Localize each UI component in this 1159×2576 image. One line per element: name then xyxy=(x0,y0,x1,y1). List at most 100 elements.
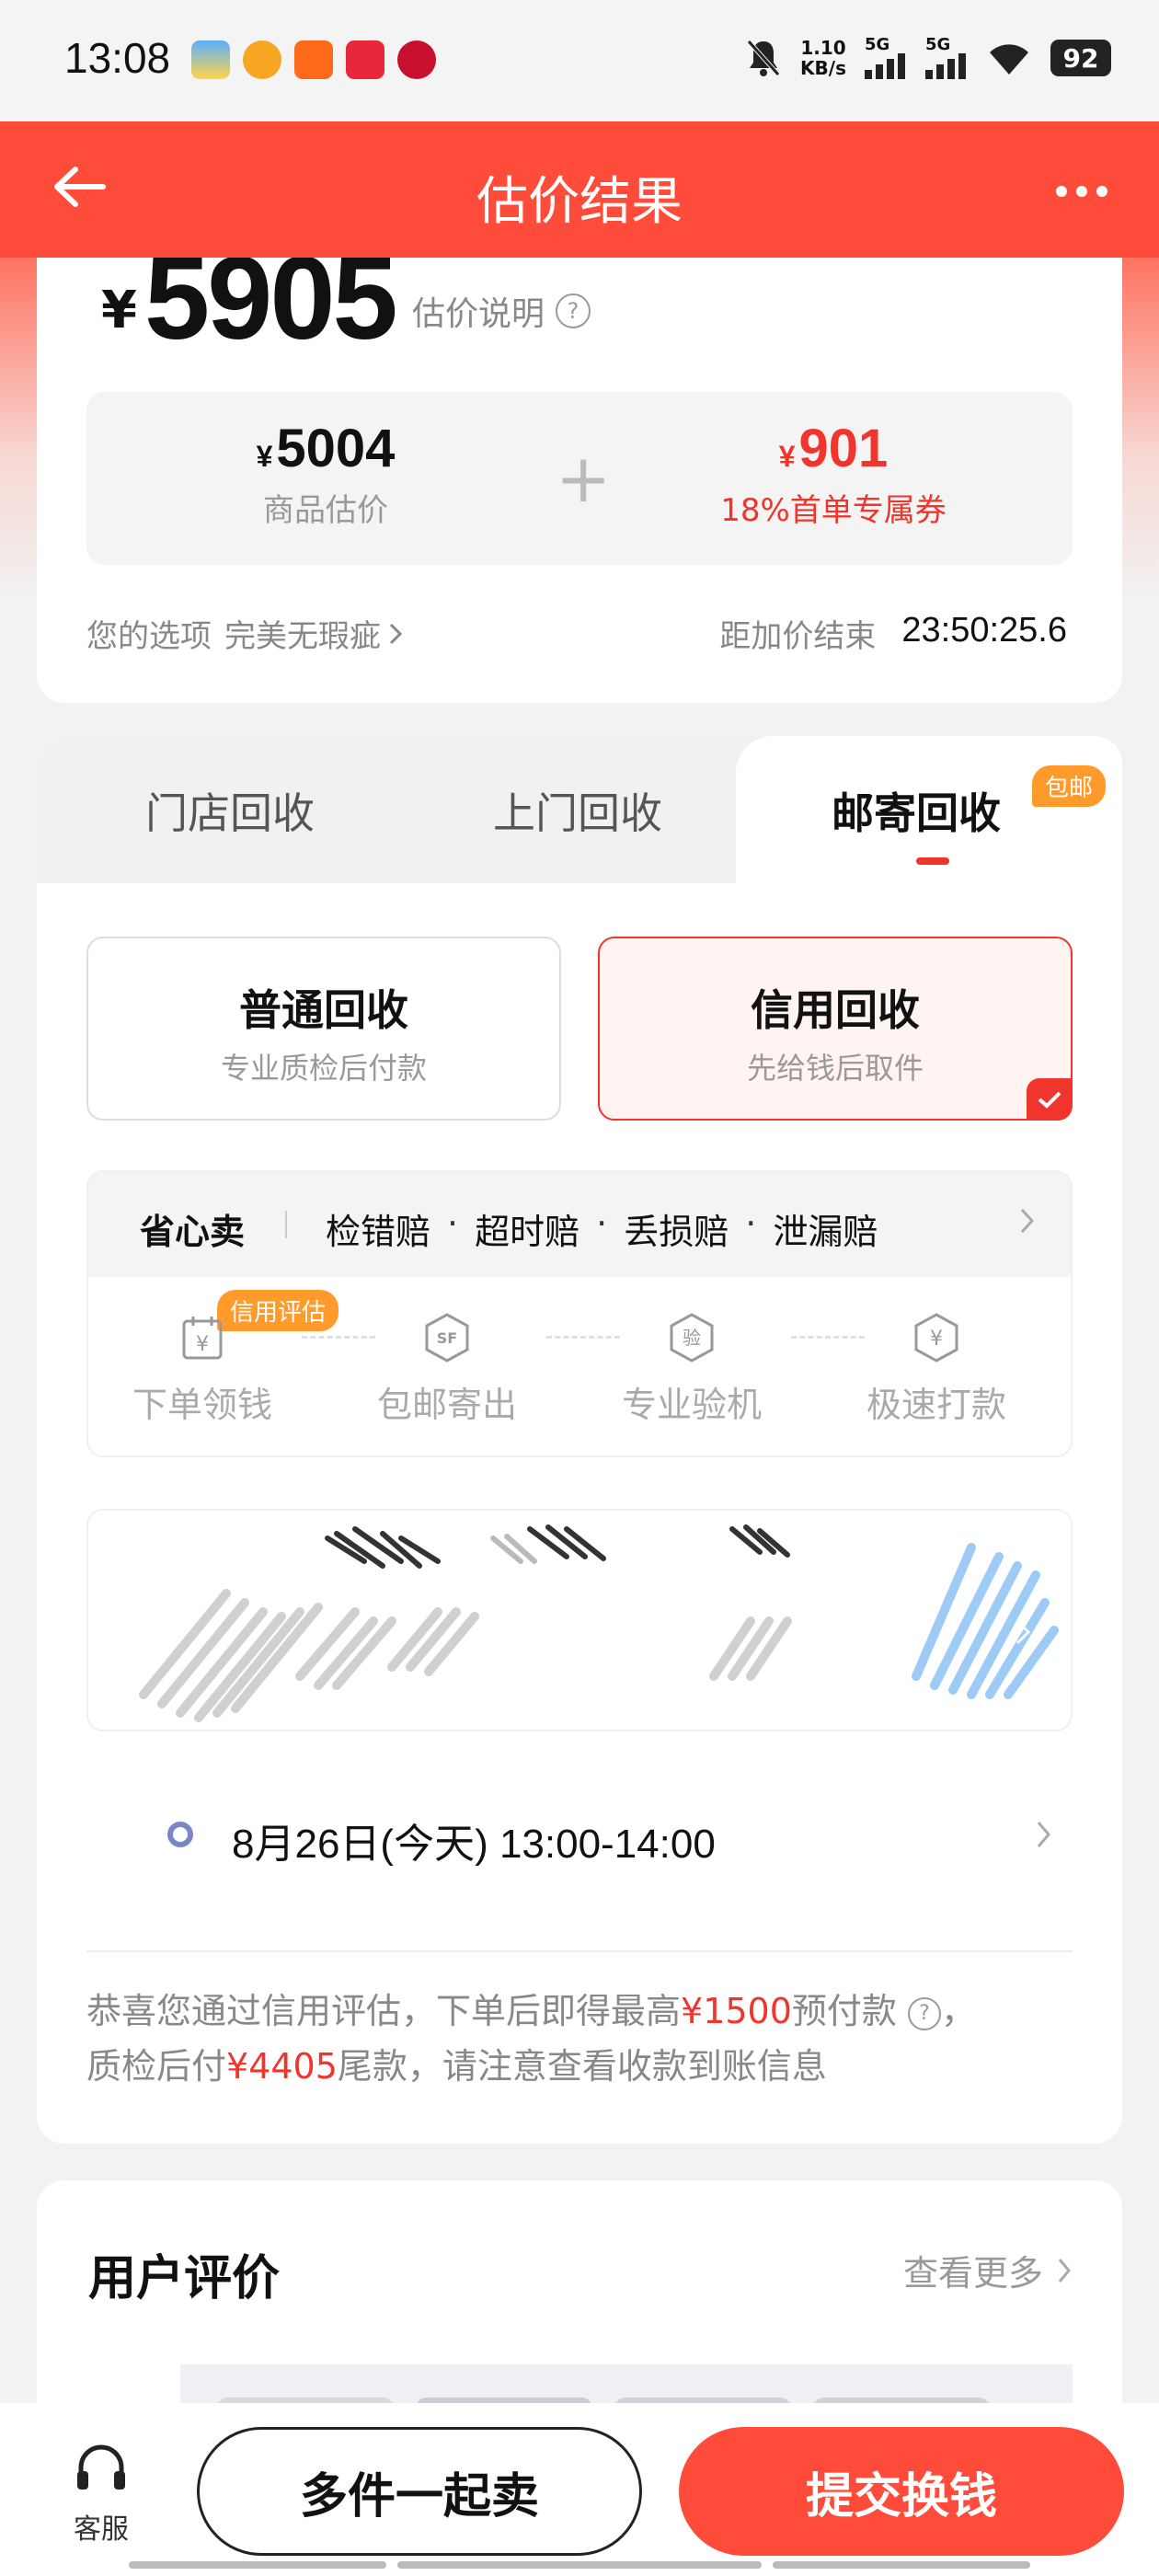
help-icon[interactable]: ? xyxy=(908,1996,942,2030)
signal-sim2: 5G xyxy=(925,37,968,79)
inspection-shield-icon: 验 xyxy=(670,1313,714,1363)
separator-dot: · xyxy=(447,1203,459,1244)
gesture-bar xyxy=(129,2561,386,2569)
credit-notice: 恭喜您通过信用评估，下单后即得最高¥1500预付款 ?， 质检后付¥4405尾款… xyxy=(86,1984,1089,2094)
time-dot-icon xyxy=(167,1822,193,1847)
total-price-value: 5905 xyxy=(143,233,398,364)
pickup-time-selector[interactable]: 8月26日(今天) 13:00-14:00 xyxy=(123,1785,1073,1886)
signal-sim1: 5G xyxy=(865,37,907,79)
nav-bar: 估价结果 xyxy=(0,121,1159,258)
price-bonus-countdown: 距加价结束 23:50:25.6 xyxy=(719,611,1067,656)
option-subtitle: 专业质检后付款 xyxy=(220,1051,427,1086)
pickup-time-value: 8月26日(今天) 13:00-14:00 xyxy=(232,1822,716,1867)
chevron-right-icon xyxy=(1058,2258,1071,2283)
sf-express-icon: SF xyxy=(425,1313,469,1363)
view-more-reviews-link[interactable]: 查看更多 xyxy=(903,2245,1074,2295)
worry-free-header[interactable]: 省心卖 检错赔 · 超时赔 · 丢损赔 · 泄漏赔 xyxy=(88,1172,1071,1277)
price-explanation-link[interactable]: 估价说明 ? xyxy=(412,287,591,335)
options-label: 您的选项 xyxy=(86,618,212,655)
gesture-bar xyxy=(773,2561,1030,2569)
worry-free-section: 省心卖 检错赔 · 超时赔 · 丢损赔 · 泄漏赔 信用评估 ¥ 下单领钱 SF… xyxy=(86,1170,1073,1457)
guarantee-item: 检错赔 xyxy=(326,1212,431,1252)
headset-icon xyxy=(77,2444,125,2490)
svg-text:¥: ¥ xyxy=(196,1333,209,1356)
credit-recycle-option[interactable]: 信用回收 先给钱后取件 xyxy=(598,937,1073,1121)
currency-symbol: ¥ xyxy=(101,281,137,340)
yen-shield-icon: ¥ xyxy=(914,1313,958,1363)
goods-estimate-label: 商品估价 xyxy=(263,492,388,529)
chevron-right-icon xyxy=(1037,1822,1050,1847)
goods-estimate: ¥5004 商品估价 xyxy=(86,418,565,530)
reviews-title: 用户评价 xyxy=(88,2251,281,2306)
notification-icons xyxy=(191,40,436,79)
net-speed: 1.10 KB/s xyxy=(800,38,846,78)
notice-text: 质检后付 xyxy=(86,2046,227,2087)
tab-store-recycle[interactable]: 门店回收 xyxy=(145,780,315,841)
svg-text:¥: ¥ xyxy=(930,1328,943,1351)
scribble-graphic xyxy=(86,1509,1073,1731)
calendar-yen-icon: ¥ xyxy=(182,1317,223,1360)
mute-bell-icon xyxy=(747,40,780,76)
customer-service-label: 客服 xyxy=(74,2513,129,2546)
step-fast-payment: ¥ 极速打款 xyxy=(844,1310,1028,1427)
total-price: ¥ 5905 xyxy=(101,233,398,364)
scribble-image xyxy=(139,1524,1059,1722)
yen-sign: ¥ xyxy=(778,440,796,473)
notice-text: ， xyxy=(941,1991,977,2031)
options-value: 完美无瑕疵 xyxy=(224,618,381,655)
notice-text: 尾款，请注意查看收款到账信息 xyxy=(337,2046,827,2087)
guarantee-item: 丢损赔 xyxy=(624,1212,729,1252)
sim1-network-label: 5G xyxy=(865,35,890,54)
selected-options[interactable]: 您的选项 完美无瑕疵 xyxy=(86,611,407,656)
price-breakdown: ¥5004 商品估价 + ¥901 18%首单专属券 xyxy=(86,392,1073,565)
normal-recycle-option[interactable]: 普通回收 专业质检后付款 xyxy=(86,937,561,1121)
check-icon xyxy=(1027,1078,1073,1121)
wifi-icon xyxy=(990,44,1028,75)
chevron-right-icon xyxy=(389,623,403,644)
customer-service-button[interactable]: 客服 xyxy=(64,2440,138,2547)
tab-home-pickup[interactable]: 上门回收 xyxy=(493,780,662,841)
countdown-label: 距加价结束 xyxy=(719,618,877,655)
net-speed-value: 1.10 xyxy=(800,37,846,59)
net-speed-unit: KB/s xyxy=(800,57,846,79)
chevron-right-icon xyxy=(1020,1208,1035,1234)
more-menu-button[interactable] xyxy=(1056,186,1107,197)
free-shipping-badge: 包邮 xyxy=(1032,765,1107,807)
coupon-label: 18%首单专属券 xyxy=(720,492,947,529)
view-more-label: 查看更多 xyxy=(902,2253,1043,2294)
sell-multiple-button[interactable]: 多件一起卖 xyxy=(197,2427,642,2556)
notice-text: 恭喜您通过信用评估，下单后即得最高 xyxy=(86,1991,682,2031)
separator-dot: · xyxy=(745,1203,757,1244)
tab-mail-recycle[interactable]: 邮寄回收 xyxy=(832,780,1001,841)
guarantee-item: 泄漏赔 xyxy=(773,1212,878,1252)
gesture-bar xyxy=(397,2561,762,2569)
prepay-amount: ¥1500 xyxy=(681,1991,792,2031)
submit-exchange-button[interactable]: 提交换钱 xyxy=(679,2427,1124,2556)
status-bar: 13:08 1.10 KB/s 5G 5G 92 xyxy=(0,0,1159,121)
divider xyxy=(86,1950,1073,1952)
step-label: 下单领钱 xyxy=(132,1385,272,1425)
active-tab-indicator xyxy=(916,857,949,865)
bank-app-icon xyxy=(397,40,436,79)
basketball-app-icon xyxy=(243,40,281,79)
signal-bars-icon xyxy=(925,53,966,79)
countdown-time: 23:50:25.6 xyxy=(901,611,1067,650)
step-inspection: 验 专业验机 xyxy=(600,1310,784,1427)
guarantee-item: 超时赔 xyxy=(475,1212,580,1252)
status-time: 13:08 xyxy=(64,34,171,82)
price-explanation-label: 估价说明 xyxy=(412,295,545,333)
notice-text: 预付款 xyxy=(791,1991,897,2031)
option-subtitle: 先给钱后取件 xyxy=(746,1051,924,1086)
coupon-value: 901 xyxy=(798,419,889,478)
worry-free-title: 省心卖 xyxy=(140,1212,246,1252)
recycle-method-card: 门店回收 上门回收 邮寄回收 包邮 普通回收 专业质检后付款 信用回收 先给钱后… xyxy=(37,736,1122,2144)
step-free-shipping: SF 包邮寄出 xyxy=(355,1310,539,1427)
separator-dot: · xyxy=(596,1203,608,1244)
svg-text:SF: SF xyxy=(437,1329,457,1347)
step-label: 极速打款 xyxy=(866,1385,1006,1425)
battery-indicator: 92 xyxy=(1050,40,1111,76)
process-steps: 信用评估 ¥ 下单领钱 SF 包邮寄出 验 专业验机 ¥ 极速打款 xyxy=(88,1277,1071,1455)
signal-bars-icon xyxy=(865,53,905,79)
balance-amount: ¥4405 xyxy=(226,2046,338,2087)
status-right: 1.10 KB/s 5G 5G 92 xyxy=(745,37,1111,79)
